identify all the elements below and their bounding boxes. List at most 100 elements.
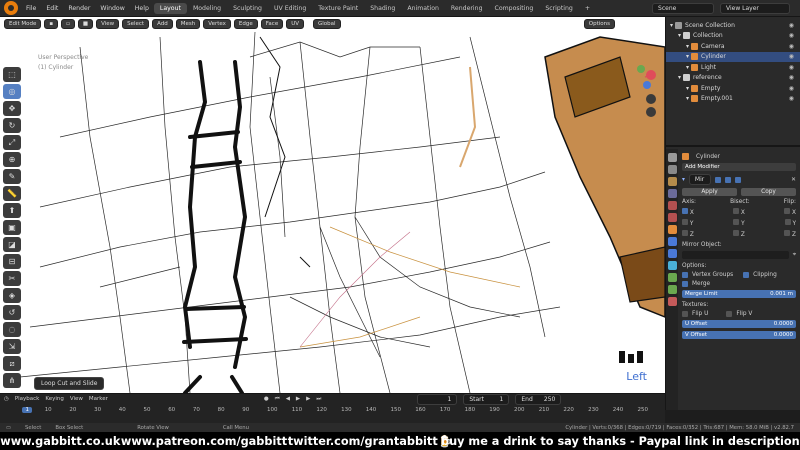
outliner-row[interactable]: ▾ Camera ◉ [666, 41, 800, 51]
tab-sculpting[interactable]: Sculpting [227, 3, 268, 14]
viewport-menu-vertex[interactable]: Vertex [203, 19, 231, 29]
eyedropper-icon[interactable]: ⌖ [793, 252, 796, 259]
loopcut-icon[interactable]: ⊟ [3, 254, 21, 269]
bevel-icon[interactable]: ◪ [3, 237, 21, 252]
record-icon[interactable]: ● [264, 396, 269, 402]
menu-help[interactable]: Help [130, 5, 154, 12]
jump-start-icon[interactable]: ⏮ [275, 396, 280, 403]
viewport-menu-add[interactable]: Add [152, 19, 173, 29]
play-icon[interactable]: ▶ [296, 396, 300, 402]
tab-animation[interactable]: Animation [401, 3, 445, 14]
menu-window[interactable]: Window [95, 5, 129, 12]
render-tab-icon[interactable] [667, 165, 677, 174]
current-frame-field[interactable]: 1 [417, 393, 458, 405]
3d-viewport[interactable]: Edit Mode ▪ ▫ ■ View Select Add Mesh Ver… [0, 17, 665, 393]
mode-selector[interactable]: Edit Mode [4, 19, 42, 29]
close-modifier-icon[interactable]: ✕ [791, 177, 796, 183]
smooth-icon[interactable]: ◌ [3, 322, 21, 337]
constraints-tab-icon[interactable] [667, 273, 677, 282]
edit-mode-toggle-icon[interactable] [714, 176, 721, 183]
tab-layout[interactable]: Layout [153, 2, 187, 14]
timeline[interactable]: ◷ Playback Keying View Marker ● ⏮ ◀ ▶ ▶ … [0, 393, 665, 423]
add-workspace-button[interactable]: + [579, 3, 596, 14]
extrude-icon[interactable]: ⬆ [3, 203, 21, 218]
view-layer-tab-icon[interactable] [667, 189, 677, 198]
u-offset-field[interactable]: U Offset 0.0000 [682, 320, 796, 328]
knife-icon[interactable]: ✂ [3, 271, 21, 286]
measure-icon[interactable]: 📏 [3, 186, 21, 201]
expand-icon[interactable]: ▾ [686, 64, 689, 71]
visibility-eye-icon[interactable]: ◉ [789, 43, 794, 50]
end-frame-field[interactable]: End 250 [515, 393, 562, 405]
expand-icon[interactable]: ▾ [686, 53, 689, 60]
tab-scripting[interactable]: Scripting [539, 3, 579, 14]
vertex-select-mode-button[interactable]: ▪ [44, 19, 59, 29]
axis-y-checkbox[interactable] [682, 219, 688, 225]
navigation-gizmo-icon[interactable] [623, 59, 661, 119]
render-toggle-icon[interactable] [734, 176, 741, 183]
scene-tab-icon[interactable] [667, 201, 677, 210]
expand-icon[interactable]: ▾ [670, 22, 673, 29]
select-icon[interactable]: ⬚ [3, 67, 21, 82]
transform-icon[interactable]: ⊕ [3, 152, 21, 167]
data-tab-icon[interactable] [667, 285, 677, 294]
modifier-tab-icon[interactable] [667, 237, 677, 246]
tab-shading[interactable]: Shading [364, 3, 401, 14]
outliner-row[interactable]: ▾ Empty ◉ [666, 83, 800, 93]
v-offset-field[interactable]: V Offset 0.0000 [682, 331, 796, 339]
visibility-eye-icon[interactable]: ◉ [789, 95, 794, 102]
flip-y-checkbox[interactable] [784, 219, 791, 225]
jump-end-icon[interactable]: ⏭ [316, 396, 321, 403]
edge-select-mode-button[interactable]: ▫ [61, 19, 75, 29]
tab-compositing[interactable]: Compositing [489, 3, 540, 14]
start-frame-field[interactable]: Start 1 [463, 393, 510, 405]
rip-icon[interactable]: ⋔ [3, 373, 21, 388]
merge-checkbox[interactable] [682, 281, 688, 287]
inset-icon[interactable]: ▣ [3, 220, 21, 235]
viewport-menu-face[interactable]: Face [260, 19, 284, 29]
object-tab-icon[interactable] [667, 225, 677, 234]
viewport-menu-edge[interactable]: Edge [233, 19, 258, 29]
particles-tab-icon[interactable] [667, 249, 677, 258]
expand-icon[interactable]: ▾ [686, 43, 689, 50]
menu-edit[interactable]: Edit [41, 5, 63, 12]
tab-modeling[interactable]: Modeling [187, 3, 227, 14]
axis-z-checkbox[interactable] [682, 230, 688, 236]
clipping-checkbox[interactable] [743, 272, 750, 278]
output-tab-icon[interactable] [667, 177, 677, 186]
face-select-mode-button[interactable]: ■ [77, 19, 94, 29]
flip-z-checkbox[interactable] [784, 230, 791, 236]
annotate-icon[interactable]: ✎ [3, 169, 21, 184]
timeline-menu-view[interactable]: View [70, 396, 83, 402]
next-keyframe-icon[interactable]: ▶ [306, 396, 310, 402]
expand-icon[interactable]: ▾ [678, 32, 681, 39]
outliner-row[interactable]: ▾ Cylinder ◉ [666, 51, 800, 62]
visibility-eye-icon[interactable]: ◉ [789, 22, 794, 29]
vertex-groups-checkbox[interactable] [682, 272, 688, 278]
bisect-y-checkbox[interactable] [733, 219, 740, 225]
polybuild-icon[interactable]: ◈ [3, 288, 21, 303]
timeline-menu-playback[interactable]: Playback [15, 396, 40, 402]
cursor-icon[interactable]: ◎ [3, 84, 21, 99]
outliner-row[interactable]: ▾ Empty.001 ◉ [666, 94, 800, 104]
outliner-row[interactable]: ▾ Collection ◉ [666, 31, 800, 41]
outliner-row[interactable]: ▾ Scene Collection ◉ [666, 20, 800, 30]
axis-x-checkbox[interactable] [682, 208, 688, 214]
viewport-menu-view[interactable]: View [96, 19, 120, 29]
visibility-eye-icon[interactable]: ◉ [789, 74, 794, 81]
world-tab-icon[interactable] [667, 213, 677, 222]
flip-x-checkbox[interactable] [784, 208, 791, 214]
menu-file[interactable]: File [21, 5, 41, 12]
scene-selector[interactable]: Scene [652, 2, 715, 14]
menu-render[interactable]: Render [63, 5, 95, 12]
outliner-row[interactable]: ▾ Light ◉ [666, 62, 800, 72]
apply-button[interactable]: Apply [682, 188, 737, 196]
blender-logo-icon[interactable] [4, 1, 18, 15]
scale-icon[interactable]: ⤢ [3, 135, 21, 150]
shear-icon[interactable]: ⧄ [3, 356, 21, 371]
transform-orientation-selector[interactable]: Global [313, 19, 341, 29]
realtime-toggle-icon[interactable] [724, 176, 731, 183]
bisect-z-checkbox[interactable] [733, 230, 740, 236]
viewport-menu-select[interactable]: Select [122, 19, 150, 29]
mirror-object-field[interactable] [682, 251, 789, 259]
